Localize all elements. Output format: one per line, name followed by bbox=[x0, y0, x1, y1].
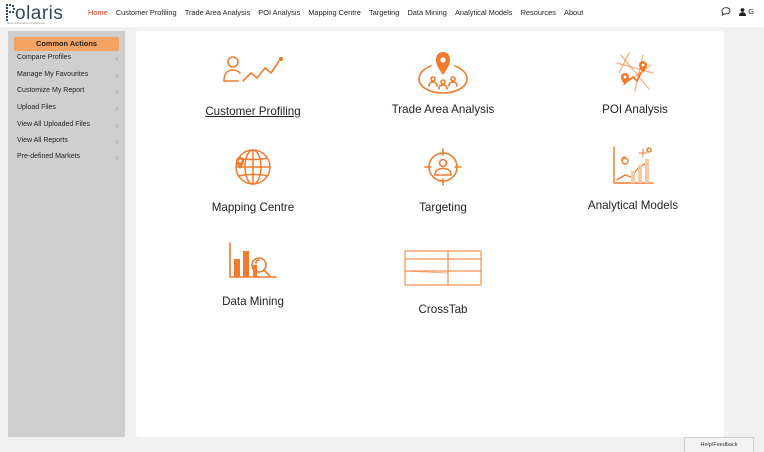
chevron-right-icon: › bbox=[115, 153, 118, 162]
sidebar-item-view-reports[interactable]: View All Reports › bbox=[17, 137, 122, 146]
tile-label: CrossTab bbox=[418, 303, 468, 316]
top-bar: olaris Next Generation Intelligence Home… bbox=[0, 0, 764, 27]
nav-analytical-models[interactable]: Analytical Models bbox=[455, 8, 513, 17]
sidebar-item-label: Upload Files bbox=[17, 104, 56, 111]
help-feedback-button[interactable]: Help/Feedback bbox=[684, 437, 754, 452]
tile-customer-profiling[interactable]: Customer Profiling bbox=[198, 53, 308, 118]
sidebar: Common Actions Compare Profiles › Manage … bbox=[8, 31, 125, 437]
sidebar-item-predefined-markets[interactable]: Pre-defined Markets › bbox=[17, 153, 122, 162]
tile-trade-area-analysis[interactable]: Trade Area Analysis bbox=[384, 49, 502, 116]
nav-trade-area-analysis[interactable]: Trade Area Analysis bbox=[185, 8, 250, 17]
tile-label: Analytical Models bbox=[587, 199, 679, 212]
main-nav: Home Customer Profiling Trade Area Analy… bbox=[88, 8, 591, 17]
crosstab-icon bbox=[404, 250, 482, 286]
tile-label: Targeting bbox=[419, 201, 467, 214]
nav-data-mining[interactable]: Data Mining bbox=[407, 8, 446, 17]
globe-icon bbox=[235, 149, 271, 185]
sidebar-item-view-uploaded-files[interactable]: View All Uploaded Files › bbox=[17, 121, 122, 130]
chat-icon[interactable] bbox=[721, 7, 731, 16]
sidebar-item-label: Manage My Favourites bbox=[17, 71, 89, 78]
sidebar-item-label: Compare Profiles bbox=[17, 54, 72, 61]
sidebar-item-manage-favourites[interactable]: Manage My Favourites › bbox=[17, 71, 122, 80]
chevron-right-icon: › bbox=[115, 121, 118, 130]
tile-label: Trade Area Analysis bbox=[391, 103, 495, 116]
top-right-actions: G bbox=[721, 7, 754, 16]
tile-data-mining[interactable]: Data Mining bbox=[198, 241, 308, 308]
analytics-icon bbox=[613, 146, 654, 184]
nav-mapping-centre[interactable]: Mapping Centre bbox=[308, 8, 361, 17]
user-initial: G bbox=[748, 7, 754, 16]
tile-label: POI Analysis bbox=[602, 103, 668, 116]
chevron-right-icon: › bbox=[115, 104, 118, 113]
sidebar-item-upload-files[interactable]: Upload Files › bbox=[17, 104, 122, 113]
tile-label: Mapping Centre bbox=[211, 201, 295, 214]
sidebar-item-label: Pre-defined Markets bbox=[17, 153, 81, 160]
user-menu[interactable]: G bbox=[739, 7, 754, 16]
tile-label: Customer Profiling bbox=[205, 105, 301, 118]
nav-home[interactable]: Home bbox=[88, 8, 108, 17]
nav-about[interactable]: About bbox=[564, 8, 583, 17]
customer-profiling-icon bbox=[223, 56, 284, 82]
tile-mapping-centre[interactable]: Mapping Centre bbox=[198, 147, 308, 214]
chevron-right-icon: › bbox=[115, 54, 118, 63]
nav-customer-profiling[interactable]: Customer Profiling bbox=[116, 8, 177, 17]
sidebar-item-label: View All Uploaded Files bbox=[17, 121, 91, 128]
sidebar-item-label: Customize My Report bbox=[17, 87, 85, 94]
chevron-right-icon: › bbox=[115, 71, 118, 80]
common-actions-header: Common Actions bbox=[14, 37, 119, 51]
sidebar-item-label: View All Reports bbox=[17, 137, 68, 144]
tile-targeting[interactable]: Targeting bbox=[388, 147, 498, 214]
tile-label: Data Mining bbox=[222, 295, 284, 308]
target-icon bbox=[424, 148, 462, 186]
nav-poi-analysis[interactable]: POI Analysis bbox=[258, 8, 300, 17]
tile-poi-analysis[interactable]: POI Analysis bbox=[580, 51, 690, 116]
sidebar-item-compare-profiles[interactable]: Compare Profiles › bbox=[17, 54, 122, 63]
chevron-right-icon: › bbox=[115, 137, 118, 146]
nav-targeting[interactable]: Targeting bbox=[369, 8, 399, 17]
poi-icon bbox=[616, 52, 654, 92]
main-panel: Customer Profiling Trade Area Analysis P… bbox=[136, 31, 724, 437]
trade-area-icon bbox=[418, 52, 468, 94]
logo[interactable]: olaris Next Generation Intelligence bbox=[6, 2, 68, 25]
sidebar-item-customize-report[interactable]: Customize My Report › bbox=[17, 87, 122, 96]
nav-resources[interactable]: Resources bbox=[521, 8, 556, 17]
data-mining-icon bbox=[229, 242, 277, 278]
tile-analytical-models[interactable]: Analytical Models bbox=[578, 145, 688, 212]
logo-p-icon bbox=[6, 4, 15, 21]
tile-crosstab[interactable]: CrossTab bbox=[388, 249, 498, 316]
user-icon bbox=[739, 7, 747, 16]
brand-subtitle: Next Generation Intelligence bbox=[7, 21, 45, 25]
chevron-right-icon: › bbox=[115, 87, 118, 96]
